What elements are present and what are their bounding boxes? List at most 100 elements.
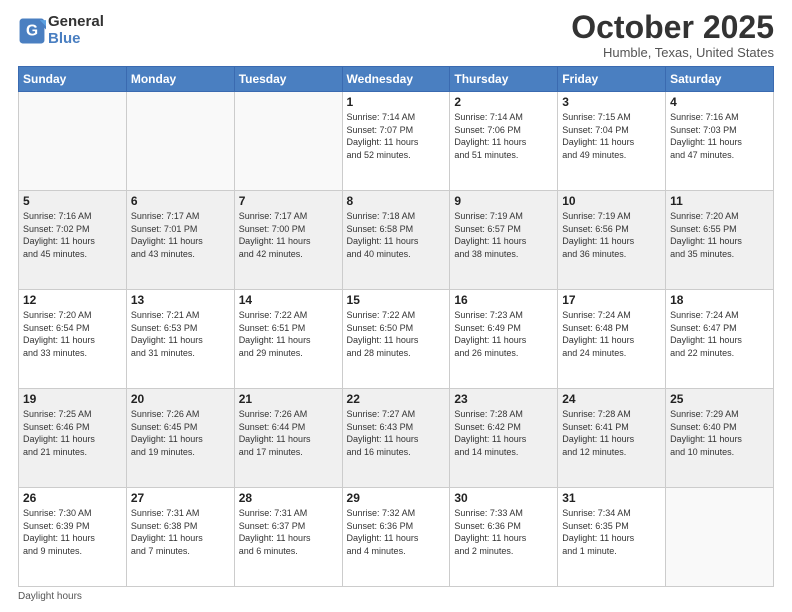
day-info: Sunrise: 7:22 AM Sunset: 6:50 PM Dayligh… [347, 309, 446, 359]
calendar-cell: 20Sunrise: 7:26 AM Sunset: 6:45 PM Dayli… [126, 389, 234, 488]
calendar-cell: 1 Sunrise: 7:14 AM Sunset: 7:07 PM Daylig… [342, 92, 450, 191]
day-number: 28 [239, 491, 338, 505]
day-info: Sunrise: 7:17 AM Sunset: 7:00 PM Dayligh… [239, 210, 338, 260]
calendar-cell: 10 Sunrise: 7:19 AM Sunset: 6:56 PM Dayli… [558, 191, 666, 290]
calendar-cell: 28 Sunrise: 7:31 AM Sunset: 6:37 PM Dayli… [234, 488, 342, 587]
logo-text-general: General [48, 14, 104, 31]
day-info: Sunrise: 7:18 AM Sunset: 6:58 PM Dayligh… [347, 210, 446, 260]
calendar-cell: 14Sunrise: 7:22 AM Sunset: 6:51 PM Dayli… [234, 290, 342, 389]
svg-text:G: G [26, 22, 38, 39]
calendar-cell: 13 Sunrise: 7:21 AM Sunset: 6:53 PM Dayli… [126, 290, 234, 389]
day-info: Sunrise: 7:25 AM Sunset: 6:46 PM Dayligh… [23, 408, 122, 458]
day-info: Sunrise: 7:27 AM Sunset: 6:43 PM Dayligh… [347, 408, 446, 458]
col-header-monday: Monday [126, 67, 234, 92]
col-header-sunday: Sunday [19, 67, 127, 92]
day-number: 17 [562, 293, 661, 307]
day-info: Sunrise: 7:26 AM Sunset: 6:44 PM Dayligh… [239, 408, 338, 458]
calendar-cell: 4 Sunrise: 7:16 AM Sunset: 7:03 PM Daylig… [666, 92, 774, 191]
calendar-cell: 12Sunrise: 7:20 AM Sunset: 6:54 PM Dayli… [19, 290, 127, 389]
col-header-friday: Friday [558, 67, 666, 92]
calendar-week-4: 19 Sunrise: 7:25 AM Sunset: 6:46 PM Dayli… [19, 389, 774, 488]
day-number: 21 [239, 392, 338, 406]
calendar-cell: 22 Sunrise: 7:27 AM Sunset: 6:43 PM Dayli… [342, 389, 450, 488]
col-header-tuesday: Tuesday [234, 67, 342, 92]
calendar-cell: 30 Sunrise: 7:33 AM Sunset: 6:36 PM Dayli… [450, 488, 558, 587]
day-number: 25 [670, 392, 769, 406]
day-number: 24 [562, 392, 661, 406]
calendar-cell: 25 Sunrise: 7:29 AM Sunset: 6:40 PM Dayli… [666, 389, 774, 488]
day-number: 9 [454, 194, 553, 208]
day-number: 3 [562, 95, 661, 109]
calendar-cell [234, 92, 342, 191]
calendar-week-5: 26Sunrise: 7:30 AM Sunset: 6:39 PM Dayli… [19, 488, 774, 587]
day-info: Sunrise: 7:14 AM Sunset: 7:07 PM Dayligh… [347, 111, 446, 161]
day-number: 18 [670, 293, 769, 307]
title-block: October 2025 Humble, Texas, United State… [571, 10, 774, 60]
day-number: 11 [670, 194, 769, 208]
calendar-cell: 7 Sunrise: 7:17 AM Sunset: 7:00 PM Daylig… [234, 191, 342, 290]
day-info: Sunrise: 7:16 AM Sunset: 7:02 PM Dayligh… [23, 210, 122, 260]
day-number: 1 [347, 95, 446, 109]
day-info: Sunrise: 7:26 AM Sunset: 6:45 PM Dayligh… [131, 408, 230, 458]
calendar-cell: 16 Sunrise: 7:23 AM Sunset: 6:49 PM Dayli… [450, 290, 558, 389]
day-number: 14 [239, 293, 338, 307]
day-info: Sunrise: 7:15 AM Sunset: 7:04 PM Dayligh… [562, 111, 661, 161]
footer-note: Daylight hours [18, 591, 774, 602]
calendar-cell: 31Sunrise: 7:34 AM Sunset: 6:35 PM Dayli… [558, 488, 666, 587]
day-info: Sunrise: 7:28 AM Sunset: 6:41 PM Dayligh… [562, 408, 661, 458]
calendar-cell: 6Sunrise: 7:17 AM Sunset: 7:01 PM Daylig… [126, 191, 234, 290]
day-info: Sunrise: 7:34 AM Sunset: 6:35 PM Dayligh… [562, 507, 661, 557]
day-number: 29 [347, 491, 446, 505]
day-number: 4 [670, 95, 769, 109]
day-number: 7 [239, 194, 338, 208]
calendar-cell: 17 Sunrise: 7:24 AM Sunset: 6:48 PM Dayli… [558, 290, 666, 389]
logo-icon: G [18, 17, 46, 45]
day-info: Sunrise: 7:24 AM Sunset: 6:47 PM Dayligh… [670, 309, 769, 359]
day-info: Sunrise: 7:16 AM Sunset: 7:03 PM Dayligh… [670, 111, 769, 161]
calendar-cell: 19 Sunrise: 7:25 AM Sunset: 6:46 PM Dayli… [19, 389, 127, 488]
day-number: 15 [347, 293, 446, 307]
logo: G General Blue [18, 14, 104, 47]
day-number: 22 [347, 392, 446, 406]
day-number: 27 [131, 491, 230, 505]
day-info: Sunrise: 7:32 AM Sunset: 6:36 PM Dayligh… [347, 507, 446, 557]
calendar-week-2: 5 Sunrise: 7:16 AM Sunset: 7:02 PM Daylig… [19, 191, 774, 290]
calendar-cell: 8Sunrise: 7:18 AM Sunset: 6:58 PM Daylig… [342, 191, 450, 290]
day-info: Sunrise: 7:29 AM Sunset: 6:40 PM Dayligh… [670, 408, 769, 458]
day-info: Sunrise: 7:33 AM Sunset: 6:36 PM Dayligh… [454, 507, 553, 557]
col-header-saturday: Saturday [666, 67, 774, 92]
calendar-cell: 26Sunrise: 7:30 AM Sunset: 6:39 PM Dayli… [19, 488, 127, 587]
calendar-cell: 9Sunrise: 7:19 AM Sunset: 6:57 PM Daylig… [450, 191, 558, 290]
day-info: Sunrise: 7:23 AM Sunset: 6:49 PM Dayligh… [454, 309, 553, 359]
calendar-cell: 2Sunrise: 7:14 AM Sunset: 7:06 PM Daylig… [450, 92, 558, 191]
day-number: 19 [23, 392, 122, 406]
calendar-cell [666, 488, 774, 587]
month-title: October 2025 [571, 10, 774, 45]
day-number: 10 [562, 194, 661, 208]
col-header-thursday: Thursday [450, 67, 558, 92]
col-header-wednesday: Wednesday [342, 67, 450, 92]
day-info: Sunrise: 7:31 AM Sunset: 6:38 PM Dayligh… [131, 507, 230, 557]
day-number: 26 [23, 491, 122, 505]
day-info: Sunrise: 7:19 AM Sunset: 6:56 PM Dayligh… [562, 210, 661, 260]
day-number: 16 [454, 293, 553, 307]
calendar-cell: 27 Sunrise: 7:31 AM Sunset: 6:38 PM Dayli… [126, 488, 234, 587]
day-info: Sunrise: 7:21 AM Sunset: 6:53 PM Dayligh… [131, 309, 230, 359]
day-info: Sunrise: 7:24 AM Sunset: 6:48 PM Dayligh… [562, 309, 661, 359]
calendar-week-1: 1 Sunrise: 7:14 AM Sunset: 7:07 PM Daylig… [19, 92, 774, 191]
day-number: 5 [23, 194, 122, 208]
day-number: 13 [131, 293, 230, 307]
day-info: Sunrise: 7:31 AM Sunset: 6:37 PM Dayligh… [239, 507, 338, 557]
calendar-cell: 5 Sunrise: 7:16 AM Sunset: 7:02 PM Daylig… [19, 191, 127, 290]
calendar-cell: 21 Sunrise: 7:26 AM Sunset: 6:44 PM Dayli… [234, 389, 342, 488]
day-number: 30 [454, 491, 553, 505]
day-number: 23 [454, 392, 553, 406]
calendar-cell: 23Sunrise: 7:28 AM Sunset: 6:42 PM Dayli… [450, 389, 558, 488]
calendar-header-row: SundayMondayTuesdayWednesdayThursdayFrid… [19, 67, 774, 92]
calendar-cell: 29 Sunrise: 7:32 AM Sunset: 6:36 PM Dayli… [342, 488, 450, 587]
calendar-cell: 11Sunrise: 7:20 AM Sunset: 6:55 PM Dayli… [666, 191, 774, 290]
calendar-cell [126, 92, 234, 191]
day-number: 2 [454, 95, 553, 109]
calendar-week-3: 12Sunrise: 7:20 AM Sunset: 6:54 PM Dayli… [19, 290, 774, 389]
calendar-cell: 18 Sunrise: 7:24 AM Sunset: 6:47 PM Dayli… [666, 290, 774, 389]
